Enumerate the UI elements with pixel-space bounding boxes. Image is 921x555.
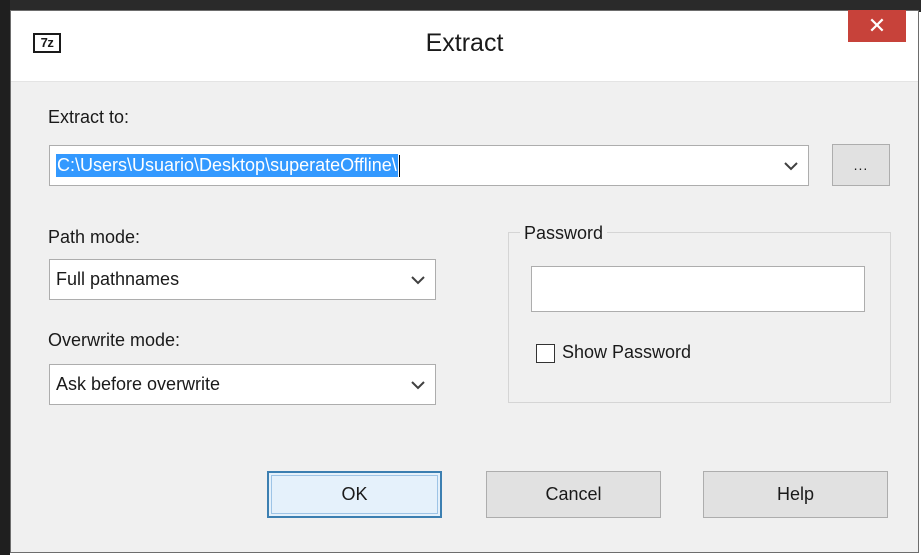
cancel-button-label: Cancel bbox=[545, 484, 602, 504]
overwrite-mode-label: Overwrite mode: bbox=[48, 330, 181, 350]
close-button[interactable]: ✕ bbox=[848, 10, 906, 42]
extract-dialog: 7z Extract ✕ Extract to: C:\Users\Usuari… bbox=[10, 10, 919, 553]
help-button-label: Help bbox=[776, 484, 815, 504]
cancel-button[interactable]: Cancel bbox=[486, 471, 661, 518]
desktop-background-edge bbox=[0, 0, 10, 555]
ok-button[interactable]: OK bbox=[267, 471, 442, 518]
window-title: Extract bbox=[425, 29, 504, 57]
chevron-down-icon[interactable] bbox=[411, 260, 425, 299]
overwrite-mode-value: Ask before overwrite bbox=[56, 374, 221, 394]
title-bar[interactable]: 7z Extract ✕ bbox=[11, 10, 918, 82]
help-button[interactable]: Help bbox=[703, 471, 888, 518]
password-group-label: Password bbox=[520, 223, 608, 244]
password-groupbox bbox=[508, 232, 891, 403]
text-caret bbox=[398, 154, 400, 177]
path-mode-label: Path mode: bbox=[48, 227, 141, 247]
show-password-label[interactable]: Show Password bbox=[562, 342, 691, 363]
extract-to-selected-text: C:\Users\Usuario\Desktop\superateOffline… bbox=[56, 154, 398, 177]
close-icon: ✕ bbox=[867, 13, 887, 38]
path-mode-select[interactable]: Full pathnames bbox=[49, 259, 436, 300]
overwrite-mode-select[interactable]: Ask before overwrite bbox=[49, 364, 436, 405]
show-password-checkbox[interactable] bbox=[536, 344, 555, 363]
path-mode-value: Full pathnames bbox=[56, 269, 180, 289]
extract-to-combobox[interactable]: C:\Users\Usuario\Desktop\superateOffline… bbox=[49, 145, 809, 186]
extract-to-input[interactable]: C:\Users\Usuario\Desktop\superateOffline… bbox=[56, 146, 400, 185]
chevron-down-icon[interactable] bbox=[784, 146, 798, 185]
chevron-down-icon[interactable] bbox=[411, 365, 425, 404]
browse-button[interactable]: ... bbox=[832, 144, 890, 186]
extract-to-label: Extract to: bbox=[48, 107, 130, 127]
ok-button-label: OK bbox=[341, 484, 368, 504]
password-input[interactable] bbox=[531, 266, 865, 312]
